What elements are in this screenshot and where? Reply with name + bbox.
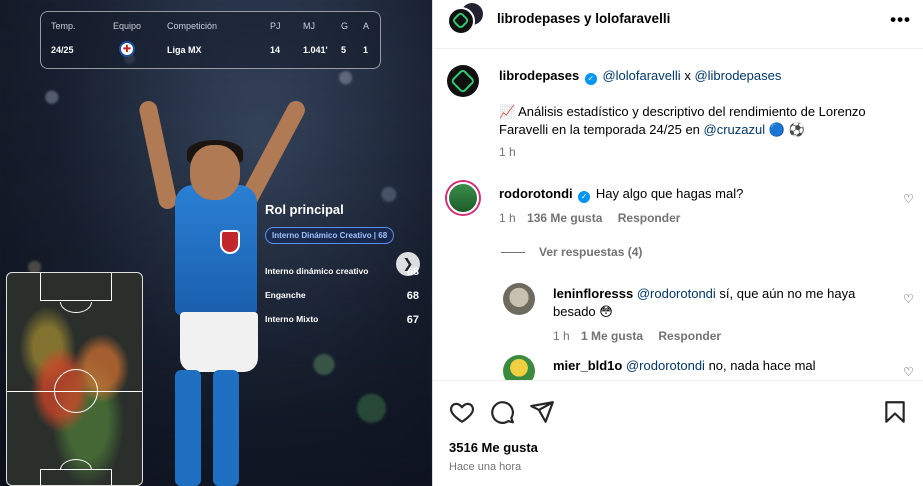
- comment-meta: 1 h 136 Me gusta Responder: [499, 211, 680, 225]
- stats-header-a: A: [363, 21, 370, 31]
- role-row: Enganche 68: [265, 290, 419, 302]
- role-row-label: Enganche: [265, 290, 306, 300]
- comment-time[interactable]: 1 h: [553, 329, 570, 343]
- comment-username[interactable]: leninfloresss: [553, 286, 633, 301]
- commenter-avatar[interactable]: [503, 283, 535, 315]
- role-title: Rol principal: [265, 202, 344, 217]
- post-timestamp: Hace una hora: [449, 461, 522, 473]
- role-row-label: Interno Mixto: [265, 314, 319, 324]
- caption-mention[interactable]: @librodepases: [694, 68, 781, 83]
- comment-likes[interactable]: 1 Me gusta: [581, 329, 643, 343]
- post-side-panel: librodepases y lolofaravelli ••• librode…: [432, 0, 923, 486]
- comment-likes[interactable]: 136 Me gusta: [527, 211, 602, 225]
- likes-count[interactable]: 3516 Me gusta: [449, 440, 538, 455]
- comment-text: mier_bld1o @rodorotondi no, nada hace ma…: [553, 357, 816, 375]
- role-pill: Interno Dinámico Creativo | 68: [265, 227, 395, 244]
- stats-competition: Liga MX: [167, 45, 202, 55]
- season-stats-card: Temp. Equipo Competición PJ MJ G A 24/25…: [40, 11, 381, 69]
- stats-a: 1: [363, 45, 369, 55]
- role-row-value: 67: [406, 314, 419, 326]
- share-send-icon[interactable]: [529, 399, 555, 425]
- caption-username[interactable]: librodepases: [499, 68, 579, 83]
- like-heart-icon[interactable]: [449, 399, 475, 425]
- author-avatar[interactable]: [447, 7, 475, 35]
- role-panel: Rol principal Interno Dinámico Creativo …: [265, 202, 425, 326]
- verified-badge-icon: ✓: [578, 191, 591, 203]
- post-caption: librodepases ✓ @lolofaravelli x @librode…: [499, 67, 909, 139]
- player-image: [135, 90, 325, 486]
- comment-text: leninfloresss @rodorotondi sí, que aún n…: [553, 285, 893, 321]
- comment-body: Hay algo que hagas mal?: [595, 186, 744, 201]
- chevron-right-icon: ❯: [402, 256, 414, 271]
- caption-separator: x: [684, 68, 691, 83]
- more-options-icon[interactable]: •••: [890, 10, 911, 30]
- comment-like-heart-icon[interactable]: ♡: [903, 365, 915, 379]
- comment-time[interactable]: 1 h: [499, 211, 516, 225]
- caption-text: 📈 Análisis estadístico y descriptivo del…: [499, 103, 909, 139]
- caption-mention[interactable]: @lolofaravelli: [602, 68, 680, 83]
- post-authors[interactable]: librodepases y lolofaravelli: [497, 11, 670, 26]
- post-media[interactable]: Temp. Equipo Competición PJ MJ G A 24/25…: [0, 0, 432, 486]
- caption-body: 📈 Análisis estadístico y descriptivo del…: [499, 104, 866, 137]
- role-row-label: Interno dinámico creativo: [265, 266, 369, 276]
- stats-header-temp: Temp.: [51, 21, 76, 31]
- comment-mention[interactable]: @rodorotondi: [637, 286, 716, 301]
- comment-username[interactable]: mier_bld1o: [553, 358, 622, 373]
- post-actions-bar: 3516 Me gusta Hace una hora: [433, 380, 923, 486]
- stats-mj: 1.041': [303, 45, 328, 55]
- stats-pj: 14: [270, 45, 281, 55]
- commenter-avatar[interactable]: [447, 182, 479, 214]
- instagram-post-window: Temp. Equipo Competición PJ MJ G A 24/25…: [0, 0, 923, 486]
- stats-header-pj: PJ: [270, 21, 281, 31]
- comment-like-heart-icon[interactable]: ♡: [903, 192, 915, 206]
- view-replies-label: Ver respuestas (4): [539, 245, 643, 259]
- role-row: Interno Mixto 67: [265, 314, 419, 326]
- save-bookmark-icon[interactable]: [882, 399, 908, 425]
- post-header: librodepases y lolofaravelli •••: [433, 0, 923, 49]
- stats-header-competicion: Competición: [167, 21, 218, 31]
- role-row-value: 68: [406, 290, 419, 302]
- comment-mention[interactable]: @rodorotondi: [626, 358, 705, 373]
- stats-header-equipo: Equipo: [113, 21, 142, 31]
- comment-username[interactable]: rodorotondi: [499, 186, 573, 201]
- stats-g: 5: [341, 45, 347, 55]
- verified-badge-icon: ✓: [584, 73, 597, 85]
- carousel-next-button[interactable]: ❯: [396, 252, 420, 276]
- comment-text: rodorotondi ✓ Hay algo que hagas mal?: [499, 185, 743, 203]
- comment-meta: 1 h 1 Me gusta Responder: [553, 329, 721, 343]
- caption-emoji: 🔵 ⚽: [768, 122, 805, 137]
- caption-author-avatar[interactable]: [447, 65, 479, 97]
- cruz-azul-crest-icon: ✚: [119, 41, 135, 57]
- stats-header-mj: MJ: [303, 21, 315, 31]
- stats-header-g: G: [341, 21, 349, 31]
- comment-like-heart-icon[interactable]: ♡: [903, 292, 915, 306]
- caption-time[interactable]: 1 h: [499, 145, 516, 159]
- reply-button[interactable]: Responder: [618, 211, 681, 225]
- reply-button[interactable]: Responder: [658, 329, 721, 343]
- stats-season: 24/25: [51, 45, 74, 55]
- view-replies-button[interactable]: Ver respuestas (4): [501, 245, 642, 259]
- comment-bubble-icon[interactable]: [489, 399, 515, 425]
- caption-mention[interactable]: @cruzazul: [704, 122, 766, 137]
- heatmap-pitch: [6, 272, 143, 486]
- comment-body: no, nada hace mal: [708, 358, 816, 373]
